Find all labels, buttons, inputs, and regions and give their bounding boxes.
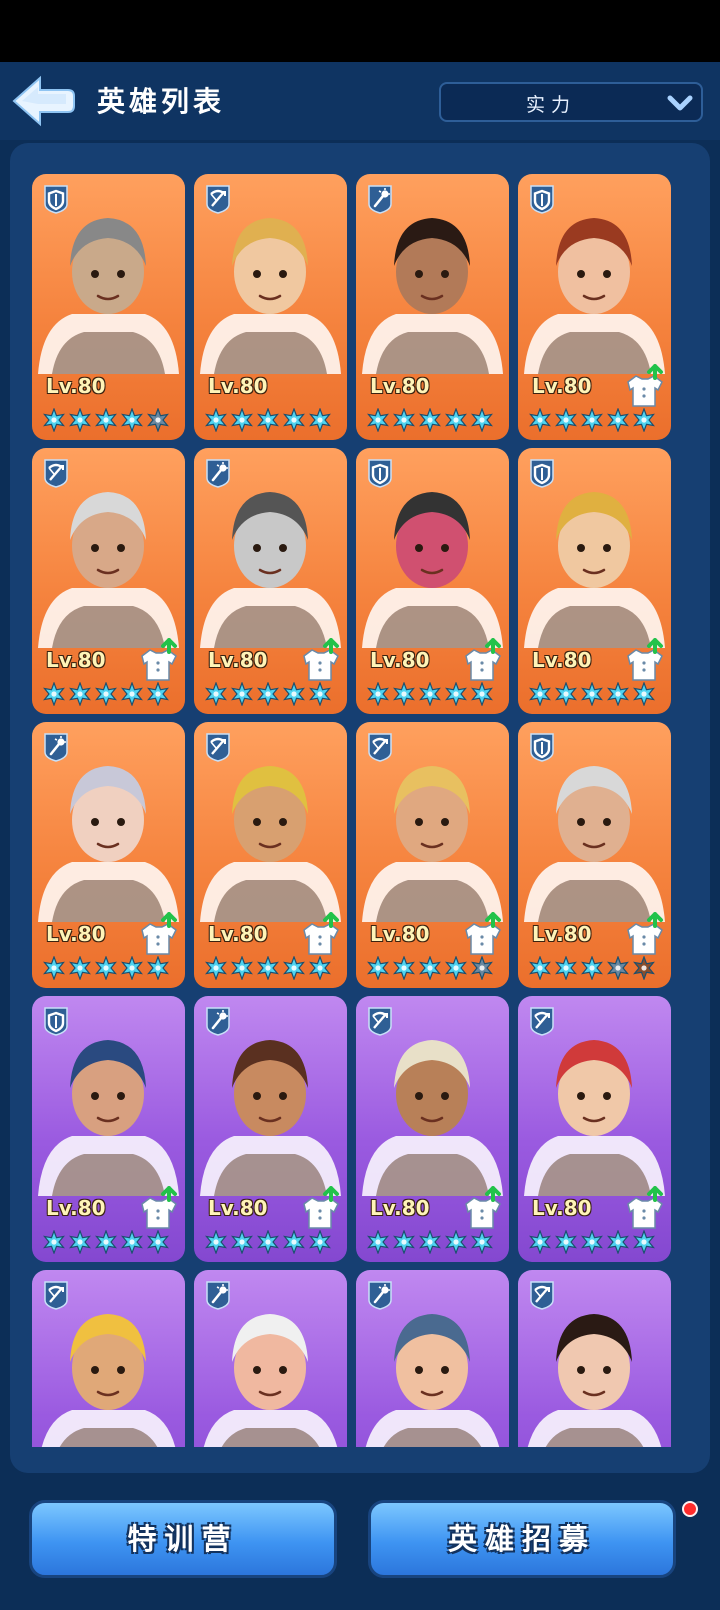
hero-recruit-button[interactable]: 英雄招募: [368, 1500, 676, 1578]
crossbow-icon: [528, 1006, 556, 1036]
hero-card[interactable]: Lv.80: [518, 448, 671, 714]
hero-level: Lv.80: [208, 648, 268, 672]
star-rating: [528, 1230, 656, 1254]
star-rating: [366, 956, 494, 980]
crossbow-icon: [204, 732, 232, 762]
shield-icon: [42, 184, 70, 214]
hero-card[interactable]: Lv.80: [32, 174, 185, 440]
hero-level: Lv.80: [208, 1196, 268, 1220]
crossbow-icon: [42, 1280, 70, 1310]
crossbow-icon: [204, 184, 232, 214]
hero-level: Lv.80: [46, 374, 106, 398]
gear-upgrade-icon: [460, 638, 504, 684]
star-rating: [204, 1230, 332, 1254]
crossbow-icon: [42, 458, 70, 488]
gear-upgrade-icon: [460, 1186, 504, 1232]
star-rating: [528, 682, 656, 706]
gear-upgrade-icon: [460, 912, 504, 958]
gear-upgrade-icon: [622, 638, 666, 684]
star-rating: [366, 1230, 494, 1254]
hero-level: Lv.80: [370, 374, 430, 398]
back-arrow-icon[interactable]: [10, 74, 76, 128]
hero-card[interactable]: Lv.80: [356, 996, 509, 1262]
hero-level: Lv.80: [532, 374, 592, 398]
hero-card[interactable]: Lv.80: [518, 174, 671, 440]
hero-card[interactable]: Lv.80: [32, 722, 185, 988]
hero-card[interactable]: Lv.80: [356, 722, 509, 988]
hero-list-panel: Lv.80 Lv.80 Lv.80 Lv.80 Lv.80 Lv.80 Lv.80 Lv.80…: [10, 143, 710, 1473]
gear-upgrade-icon: [136, 638, 180, 684]
wand-icon: [42, 732, 70, 762]
hero-grid[interactable]: Lv.80 Lv.80 Lv.80 Lv.80 Lv.80 Lv.80 Lv.80 Lv.80…: [32, 174, 692, 1447]
star-rating: [42, 682, 170, 706]
hero-card[interactable]: Lv.80: [194, 174, 347, 440]
star-rating: [204, 408, 332, 432]
top-bar: 英雄列表 实力: [0, 62, 720, 140]
chevron-down-icon: [667, 92, 693, 114]
hero-card[interactable]: Lv.80: [356, 174, 509, 440]
star-rating: [204, 682, 332, 706]
crossbow-icon: [366, 732, 394, 762]
star-rating: [366, 682, 494, 706]
crossbow-icon: [366, 1006, 394, 1036]
crossbow-icon: [528, 1280, 556, 1310]
wand-icon: [366, 184, 394, 214]
gear-upgrade-icon: [298, 638, 342, 684]
hero-level: Lv.80: [208, 374, 268, 398]
star-rating: [366, 408, 494, 432]
sort-value: 实力: [525, 94, 576, 116]
gear-upgrade-icon: [622, 364, 666, 410]
hero-card[interactable]: Lv.80: [518, 996, 671, 1262]
gear-upgrade-icon: [622, 912, 666, 958]
sort-dropdown[interactable]: 实力: [439, 82, 703, 122]
page-title: 英雄列表: [97, 85, 226, 118]
hero-level: Lv.80: [46, 648, 106, 672]
wand-icon: [204, 1006, 232, 1036]
gear-upgrade-icon: [622, 1186, 666, 1232]
wand-icon: [204, 458, 232, 488]
shield-icon: [528, 732, 556, 762]
hero-level: Lv.80: [370, 648, 430, 672]
notification-badge: [682, 1501, 698, 1517]
star-rating: [528, 408, 656, 432]
wand-icon: [366, 1280, 394, 1310]
shield-icon: [366, 458, 394, 488]
gear-upgrade-icon: [298, 1186, 342, 1232]
gear-upgrade-icon: [136, 1186, 180, 1232]
hero-card[interactable]: Lv.80: [32, 448, 185, 714]
hero-level: Lv.80: [370, 1196, 430, 1220]
star-rating: [204, 956, 332, 980]
hero-card[interactable]: Lv.80: [32, 996, 185, 1262]
hero-level: Lv.80: [532, 648, 592, 672]
hero-level: Lv.80: [208, 922, 268, 946]
shield-icon: [528, 184, 556, 214]
hero-card[interactable]: [518, 1270, 671, 1447]
hero-card[interactable]: [194, 1270, 347, 1447]
hero-card[interactable]: [32, 1270, 185, 1447]
hero-level: Lv.80: [46, 1196, 106, 1220]
star-rating: [42, 408, 170, 432]
bottom-bar: 特训营 英雄招募: [0, 1475, 720, 1610]
hero-card[interactable]: Lv.80: [194, 996, 347, 1262]
hero-card[interactable]: [356, 1270, 509, 1447]
status-bar: [0, 0, 720, 62]
gear-upgrade-icon: [298, 912, 342, 958]
hero-level: Lv.80: [46, 922, 106, 946]
hero-card[interactable]: Lv.80: [356, 448, 509, 714]
training-camp-button[interactable]: 特训营: [29, 1500, 337, 1578]
star-rating: [528, 956, 656, 980]
gear-upgrade-icon: [136, 912, 180, 958]
hero-level: Lv.80: [370, 922, 430, 946]
hero-card[interactable]: Lv.80: [194, 448, 347, 714]
hero-level: Lv.80: [532, 1196, 592, 1220]
hero-card[interactable]: Lv.80: [194, 722, 347, 988]
wand-icon: [204, 1280, 232, 1310]
star-rating: [42, 956, 170, 980]
shield-icon: [42, 1006, 70, 1036]
hero-card[interactable]: Lv.80: [518, 722, 671, 988]
star-rating: [42, 1230, 170, 1254]
shield-icon: [528, 458, 556, 488]
hero-level: Lv.80: [532, 922, 592, 946]
